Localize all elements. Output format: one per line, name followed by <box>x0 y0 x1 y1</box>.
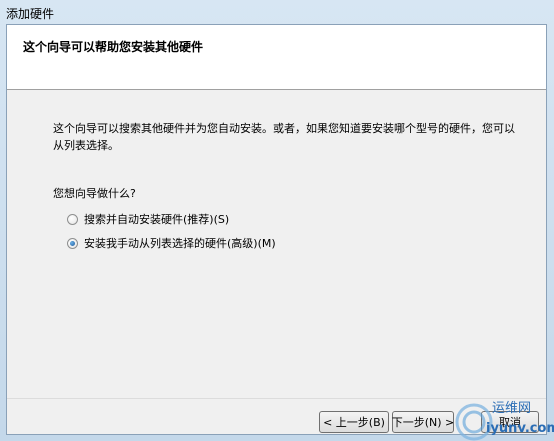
option-manual-install-label: 安装我手动从列表选择的硬件(高级)(M) <box>84 237 276 250</box>
cancel-button[interactable]: 取消 <box>481 411 539 433</box>
wizard-heading: 这个向导可以帮助您安装其他硬件 <box>23 40 204 54</box>
option-auto-search[interactable]: 搜索并自动安装硬件(推荐)(S) <box>67 211 229 227</box>
title-bar[interactable]: 添加硬件 <box>0 0 554 24</box>
radio-auto-search[interactable] <box>67 213 78 225</box>
window-title: 添加硬件 <box>6 7 55 21</box>
next-button[interactable]: 下一步(N) > <box>392 411 454 433</box>
wizard-client-area: 这个向导可以帮助您安装其他硬件 这个向导可以搜索其他硬件并为您自动安装。或者，如… <box>6 24 547 435</box>
footer-divider <box>7 398 546 399</box>
wizard-header: 这个向导可以帮助您安装其他硬件 <box>7 25 546 90</box>
back-button[interactable]: < 上一步(B) <box>319 411 389 433</box>
radio-manual-install[interactable] <box>67 237 78 249</box>
wizard-question: 您想向导做什么? <box>53 187 136 200</box>
wizard-description: 这个向导可以搜索其他硬件并为您自动安装。或者，如果您知道要安装哪个型号的硬件，您… <box>53 122 515 152</box>
option-auto-search-label: 搜索并自动安装硬件(推荐)(S) <box>84 213 230 226</box>
option-manual-install[interactable]: 安装我手动从列表选择的硬件(高级)(M) <box>67 235 276 251</box>
add-hardware-window: 添加硬件 这个向导可以帮助您安装其他硬件 这个向导可以搜索其他硬件并为您自动安装… <box>0 0 554 441</box>
